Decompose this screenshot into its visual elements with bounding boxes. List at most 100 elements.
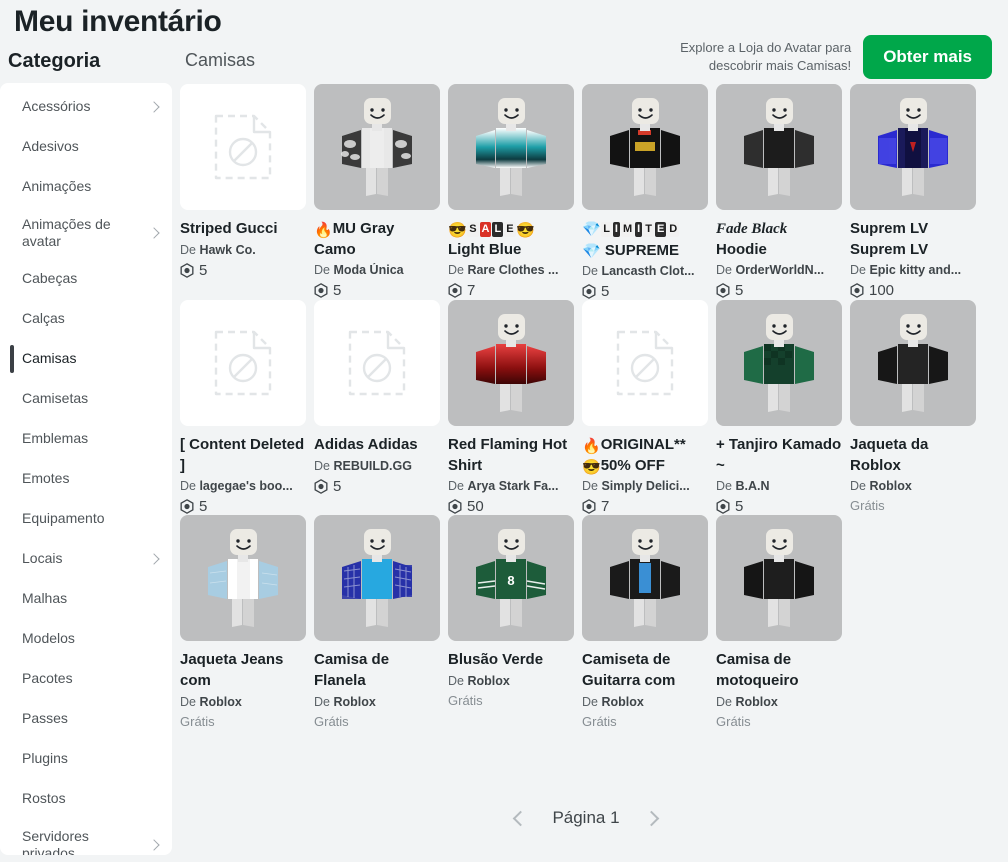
item-price: 50 [448, 498, 574, 515]
page-title: Meu inventário [14, 5, 222, 38]
sidebar-item-rostos[interactable]: Rostos [0, 779, 172, 819]
sidebar-item-servidores-privados[interactable]: Servidores privados [0, 819, 172, 855]
gem-emoji: 💎 [582, 242, 601, 260]
inventory-item-card[interactable]: 🔥ORIGINAL** 😎50% OFF De Simply Delici... 7 [582, 300, 716, 515]
sidebar-item-label: Rostos [22, 790, 66, 807]
item-price-value: 50 [467, 498, 484, 516]
item-price-value: 5 [735, 498, 744, 516]
inventory-item-card[interactable]: Jaqueta da Roblox De Roblox Grátis [850, 300, 984, 515]
sidebar-item-cal-as[interactable]: Calças [0, 299, 172, 339]
item-creator: De Arya Stark Fa... [448, 479, 559, 494]
sidebar-item-emotes[interactable]: Emotes [0, 459, 172, 499]
sidebar-item-pacotes[interactable]: Pacotes [0, 659, 172, 699]
pagination: Página 1 [180, 808, 992, 828]
item-price-free: Grátis [314, 713, 349, 729]
sidebar-item-label: Animações [22, 178, 92, 195]
sidebar-item-plugins[interactable]: Plugins [0, 739, 172, 779]
inventory-item-card[interactable]: + Tanjiro Kamado ~ De B.A.N 5 [716, 300, 850, 515]
item-thumbnail[interactable] [314, 515, 440, 642]
item-price: 5 [314, 282, 440, 299]
sunglasses-emoji: 😎 [582, 458, 601, 476]
item-thumbnail[interactable] [582, 515, 708, 642]
item-thumbnail-placeholder[interactable] [180, 300, 306, 426]
inventory-item-card[interactable]: 😎 S A L E 😎 Light Blue De Rare Clothes ... 7 [448, 84, 582, 300]
sidebar-item-label: Locais [22, 550, 63, 567]
inventory-item-card[interactable]: Red Flaming Hot Shirt De Arya Stark Fa...… [448, 300, 582, 515]
keycap-e: E [504, 222, 516, 237]
item-thumbnail[interactable] [582, 84, 708, 210]
item-price-free: Grátis [582, 713, 617, 729]
robux-icon [850, 283, 864, 299]
item-price: 100 [850, 282, 976, 299]
promo-line-1: Explore a Loja do Avatar para [680, 40, 852, 56]
item-price: 5 [582, 283, 708, 300]
inventory-item-card[interactable]: 🔥MU Gray Camo De Moda Única 5 [314, 84, 448, 300]
item-creator: De OrderWorldN... [716, 263, 825, 278]
sidebar-item-label: Emblemas [22, 430, 89, 447]
sidebar-item-anima-es[interactable]: Animações [0, 167, 172, 207]
item-name: Fade Black Hoodie [716, 221, 788, 258]
keycap-i: I [612, 222, 620, 237]
item-creator: De Roblox [850, 479, 912, 494]
sidebar-item-label: Calças [22, 310, 65, 327]
item-thumbnail[interactable] [850, 84, 976, 210]
sidebar-item-label: Pacotes [22, 670, 73, 687]
item-thumbnail[interactable] [716, 84, 842, 210]
sidebar-item-acess-rios[interactable]: Acessórios [0, 87, 172, 127]
inventory-item-card[interactable]: Camiseta de Guitarra com De Roblox Grátis [582, 515, 716, 729]
inventory-item-card[interactable]: Jaqueta Jeans com De Roblox Grátis [180, 515, 314, 729]
item-name: [ Content Deleted ] [180, 436, 305, 474]
sidebar-item-anima-es-de-avatar[interactable]: Animações de avatar [0, 207, 172, 259]
item-price: 5 [716, 498, 842, 515]
get-more-button[interactable]: Obter mais [863, 35, 992, 79]
item-name: + Tanjiro Kamado ~ [716, 436, 842, 474]
item-thumbnail[interactable] [448, 84, 574, 210]
gem-emoji: 💎 [582, 221, 601, 238]
item-thumbnail-placeholder[interactable] [582, 300, 708, 426]
sidebar-item-emblemas[interactable]: Emblemas [0, 419, 172, 459]
inventory-item-card[interactable]: Fade Black Hoodie De OrderWorldN... 5 [716, 84, 850, 300]
inventory-item-card[interactable]: Suprem LV Suprem LV De Epic kitty and... … [850, 84, 984, 300]
item-name: Camisa de motoqueiro [716, 651, 799, 690]
item-thumbnail[interactable] [850, 300, 976, 426]
sidebar-item-equipamento[interactable]: Equipamento [0, 499, 172, 539]
item-creator: De REBUILD.GG [314, 458, 412, 473]
item-thumbnail[interactable] [180, 515, 306, 642]
inventory-item-card[interactable]: Adidas Adidas De REBUILD.GG 5 [314, 300, 448, 515]
chevron-right-icon[interactable] [643, 810, 659, 826]
sidebar-item-camisas[interactable]: Camisas [0, 339, 172, 379]
sidebar-item-malhas[interactable]: Malhas [0, 579, 172, 619]
sidebar-category-list[interactable]: Acessórios Adesivos Animações Animações de … [0, 83, 172, 855]
item-price-value: 5 [333, 477, 342, 495]
sidebar-item-cabe-as[interactable]: Cabeças [0, 259, 172, 299]
promo-line-2: descobrir mais Camisas! [708, 58, 852, 73]
item-creator: De Hawk Co. [180, 242, 256, 257]
sidebar-item-passes[interactable]: Passes [0, 699, 172, 739]
item-thumbnail[interactable]: 8 [448, 515, 574, 642]
item-creator: De Lancasth Clot... [582, 264, 695, 278]
inventory-item-card[interactable]: Striped Gucci De Hawk Co. 5 [180, 84, 314, 300]
inventory-grid: Striped Gucci De Hawk Co. 5 🔥MU Gray Cam… [180, 84, 992, 729]
item-thumbnail-placeholder[interactable] [180, 84, 306, 210]
sidebar-item-modelos[interactable]: Modelos [0, 619, 172, 659]
keycap-l: L [492, 222, 504, 237]
sidebar-item-camisetas[interactable]: Camisetas [0, 379, 172, 419]
chevron-left-icon[interactable] [513, 810, 529, 826]
fire-emoji: 🔥 [314, 222, 333, 239]
sidebar-item-label: Acessórios [22, 98, 91, 115]
item-thumbnail[interactable] [716, 515, 842, 642]
inventory-item-card[interactable]: Camisa de Flanela De Roblox Grátis [314, 515, 448, 729]
item-thumbnail-placeholder[interactable] [314, 300, 440, 426]
chevron-right-icon [148, 553, 160, 565]
sidebar-item-adesivos[interactable]: Adesivos [0, 127, 172, 167]
sidebar-item-locais[interactable]: Locais [0, 539, 172, 579]
item-name: Red Flaming Hot Shirt [448, 436, 568, 474]
item-thumbnail[interactable] [314, 84, 440, 210]
item-thumbnail[interactable] [716, 300, 842, 426]
inventory-item-card[interactable]: 8 Blusão Verde De Roblox Grátis [448, 515, 582, 728]
inventory-item-card[interactable]: [ Content Deleted ] De lagegae's boo... 5 [180, 300, 314, 515]
inventory-item-card[interactable]: Camisa de motoqueiro De Roblox Grátis [716, 515, 850, 729]
item-thumbnail[interactable] [448, 300, 574, 426]
item-name-styled: Fade Black [716, 221, 788, 237]
inventory-item-card[interactable]: 💎 L I M I T E D 💎 SUPREME De Lancasth Clot... 5 [582, 84, 716, 300]
